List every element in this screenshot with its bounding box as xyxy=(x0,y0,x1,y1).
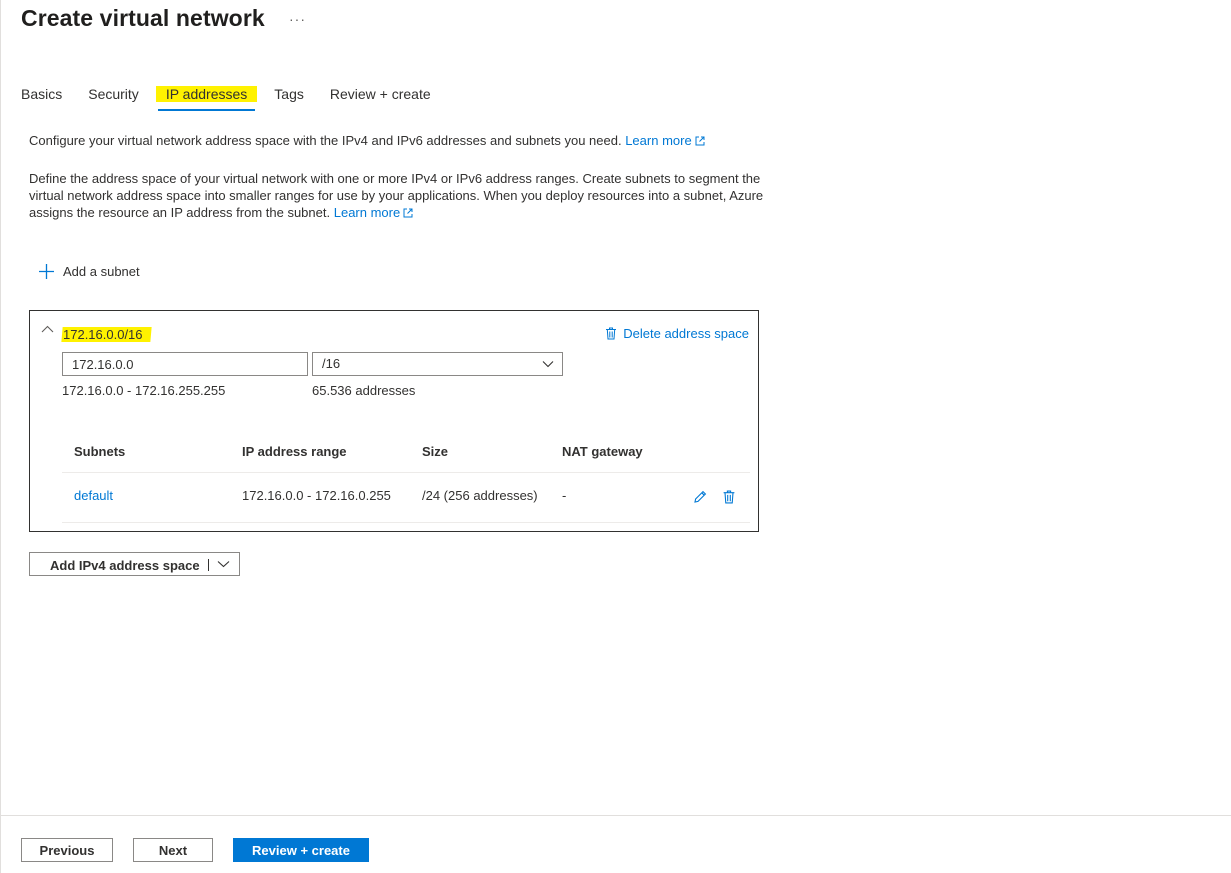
chevron-down-icon xyxy=(542,361,554,368)
review-create-button[interactable]: Review + create xyxy=(233,838,369,862)
learn-more-link-2[interactable]: Learn more xyxy=(334,205,413,220)
subnet-range: 172.16.0.0 - 172.16.0.255 xyxy=(242,488,391,503)
external-link-icon xyxy=(403,208,413,218)
subnet-name-link[interactable]: default xyxy=(74,488,113,503)
chevron-up-icon[interactable] xyxy=(41,325,54,333)
col-subnets: Subnets xyxy=(74,444,126,459)
row-actions xyxy=(693,490,736,504)
address-space-description: Define the address space of your virtual… xyxy=(29,171,764,220)
learn-more-link[interactable]: Learn more xyxy=(625,133,705,148)
split-divider xyxy=(208,559,209,571)
address-range-text: 172.16.0.0 - 172.16.255.255 xyxy=(62,383,226,398)
add-subnet-button[interactable]: Add a subnet xyxy=(38,263,140,280)
plus-icon xyxy=(39,264,54,279)
external-link-icon xyxy=(695,136,705,146)
subnets-table: Subnets IP address range Size NAT gatewa… xyxy=(62,429,750,523)
tab-review-create[interactable]: Review + create xyxy=(330,85,431,111)
trash-icon[interactable] xyxy=(722,490,736,504)
tab-basics[interactable]: Basics xyxy=(21,85,62,111)
table-row: default 172.16.0.0 - 172.16.0.255 /24 (2… xyxy=(62,473,750,523)
tab-tags[interactable]: Tags xyxy=(274,85,304,111)
address-space-cidr: 172.16.0.0/16 xyxy=(61,327,152,342)
intro-text: Configure your virtual network address s… xyxy=(29,133,705,148)
previous-button[interactable]: Previous xyxy=(21,838,113,862)
trash-icon xyxy=(606,327,617,340)
add-ipv4-address-space-button[interactable]: Add IPv4 address space xyxy=(29,552,240,576)
tab-bar: Basics Security IP addresses Tags Review… xyxy=(21,85,457,111)
chevron-down-icon xyxy=(217,561,230,568)
subnet-nat: - xyxy=(562,488,567,503)
table-header: Subnets IP address range Size NAT gatewa… xyxy=(62,429,750,473)
delete-address-space-button[interactable]: Delete address space xyxy=(605,326,749,341)
col-ip-range: IP address range xyxy=(242,444,347,459)
next-button[interactable]: Next xyxy=(133,838,213,862)
col-size: Size xyxy=(422,444,449,459)
address-count-text: 65.536 addresses xyxy=(312,383,416,398)
prefix-dropdown[interactable]: /16 xyxy=(312,352,563,376)
tab-ip-addresses[interactable]: IP addresses xyxy=(155,85,258,111)
tab-security[interactable]: Security xyxy=(88,85,139,111)
add-subnet-label: Add a subnet xyxy=(63,264,140,279)
ellipsis-icon[interactable]: ··· xyxy=(289,11,306,27)
address-space-panel: 172.16.0.0/16 Delete address space /16 1… xyxy=(29,310,759,532)
subnet-size: /24 (256 addresses) xyxy=(422,488,538,503)
page-title: Create virtual network xyxy=(21,5,265,31)
edit-icon[interactable] xyxy=(693,490,707,504)
col-nat-gateway: NAT gateway xyxy=(562,444,643,459)
footer-divider xyxy=(0,815,1231,816)
ip-address-input[interactable] xyxy=(62,352,308,376)
left-border xyxy=(0,0,1,873)
